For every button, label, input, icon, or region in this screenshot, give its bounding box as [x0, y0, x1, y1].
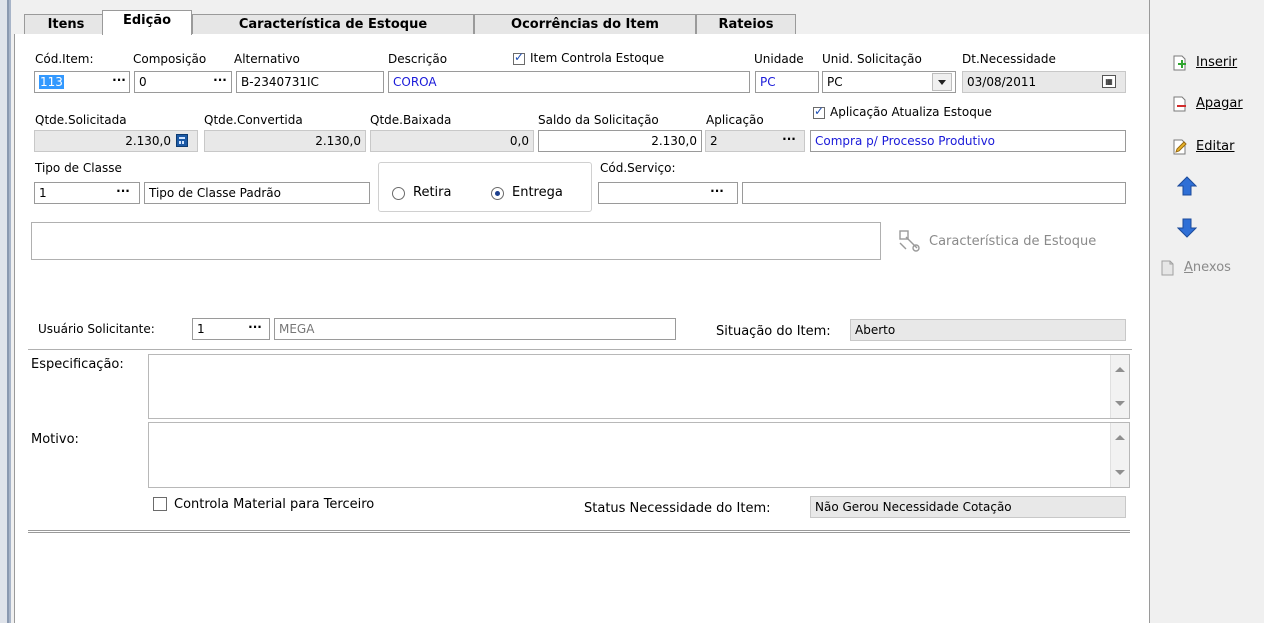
item-controla-estoque-label: Item Controla Estoque	[530, 51, 665, 65]
item-controla-estoque-checkbox[interactable]	[513, 50, 525, 65]
aplicacao-lookup-button[interactable]: ···	[780, 131, 798, 151]
cod-servico-lookup-button[interactable]: ···	[708, 183, 726, 203]
left-frame	[0, 0, 9, 623]
left-frame-edge	[9, 0, 11, 623]
cod-item-lookup-button[interactable]: ···	[110, 72, 128, 92]
tipo-classe-label: Tipo de Classe	[35, 161, 122, 175]
tipo-classe-desc-field[interactable]: Tipo de Classe Padrão	[144, 182, 370, 204]
especificacao-textarea[interactable]	[148, 354, 1130, 419]
especificacao-label: Especificação:	[31, 357, 124, 372]
entrega-radio[interactable]	[491, 187, 504, 200]
motivo-label: Motivo:	[31, 432, 79, 447]
tab-itens[interactable]: Itens	[24, 14, 108, 34]
tipo-classe-lookup-button[interactable]: ···	[114, 183, 132, 203]
aplicacao-atualiza-estoque-label: Aplicação Atualiza Estoque	[830, 105, 992, 119]
motivo-scrollbar[interactable]	[1110, 423, 1129, 487]
aplicacao-desc-field[interactable]: Compra p/ Processo Produtivo	[810, 130, 1126, 152]
unid-solicitacao-value: PC	[827, 75, 843, 89]
usuario-lookup-button[interactable]: ···	[246, 319, 264, 339]
section-divider	[28, 349, 1132, 350]
descricao-label: Descrição	[388, 52, 448, 66]
descricao-field[interactable]: COROA	[388, 71, 750, 93]
qtde-convertida-field[interactable]: 2.130,0	[204, 130, 366, 152]
tab-rateios[interactable]: Rateios	[696, 14, 796, 34]
cod-item-label: Cód.Item:	[35, 52, 94, 66]
controla-material-label: Controla Material para Terceiro	[174, 497, 375, 512]
dropdown-button[interactable]	[932, 73, 952, 91]
dt-necessidade-label: Dt.Necessidade	[962, 52, 1056, 66]
cod-servico-desc-field[interactable]	[742, 182, 1126, 204]
status-necessidade-label: Status Necessidade do Item:	[584, 501, 771, 516]
panel-right-border	[1149, 0, 1150, 623]
unidade-field[interactable]: PC	[755, 71, 819, 93]
alternativo-label: Alternativo	[234, 52, 300, 66]
composicao-label: Composição	[133, 52, 207, 66]
unid-solicitacao-label: Unid. Solicitação	[822, 52, 922, 66]
anexos-label: Anexos	[1184, 260, 1231, 275]
entrega-label: Entrega	[512, 185, 563, 200]
calendar-icon[interactable]: ▦	[1102, 75, 1116, 88]
caracteristica-estoque-button[interactable]: Característica de Estoque	[929, 234, 1096, 249]
edit-icon	[1172, 139, 1188, 155]
cod-item-value: 113	[39, 75, 64, 89]
qtde-solicitada-label: Qtde.Solicitada	[35, 113, 127, 127]
caracteristica-field[interactable]	[31, 222, 881, 260]
insert-icon	[1172, 55, 1188, 71]
qtde-convertida-label: Qtde.Convertida	[204, 113, 303, 127]
situacao-field[interactable]: Aberto	[850, 319, 1126, 341]
composicao-lookup-button[interactable]: ···	[211, 72, 229, 92]
tab-edicao[interactable]: Edição	[102, 10, 192, 35]
editar-label: Editar	[1196, 139, 1235, 154]
saldo-field[interactable]: 2.130,0	[538, 130, 702, 152]
aplicacao-label: Aplicação	[706, 113, 764, 127]
motivo-textarea[interactable]	[148, 422, 1130, 488]
especificacao-scrollbar[interactable]	[1110, 355, 1129, 418]
tab-caracteristica-estoque[interactable]: Característica de Estoque	[192, 14, 474, 34]
apagar-label: Apagar	[1196, 96, 1243, 111]
usuario-name-field[interactable]: MEGA	[274, 318, 676, 340]
unidade-label: Unidade	[754, 52, 804, 66]
calculator-icon[interactable]	[176, 134, 188, 147]
retira-label: Retira	[413, 185, 452, 200]
bottom-divider	[28, 530, 1130, 533]
saldo-label: Saldo da Solicitação	[538, 113, 659, 127]
move-down-icon[interactable]	[1176, 218, 1198, 238]
cod-servico-label: Cód.Serviço:	[600, 161, 676, 175]
inserir-label: Inserir	[1196, 55, 1238, 70]
delete-icon	[1172, 96, 1188, 112]
tab-ocorrencias-item[interactable]: Ocorrências do Item	[474, 14, 696, 34]
move-up-icon[interactable]	[1176, 176, 1198, 196]
caracteristica-estoque-icon	[897, 229, 921, 253]
attachment-icon	[1160, 260, 1176, 276]
aplicacao-atualiza-estoque-checkbox[interactable]	[813, 104, 825, 119]
chevron-down-icon	[938, 80, 946, 85]
qtde-baixada-field[interactable]: 0,0	[370, 130, 534, 152]
qtde-baixada-label: Qtde.Baixada	[370, 113, 452, 127]
retira-radio[interactable]	[392, 187, 405, 200]
qtde-solicitada-field[interactable]: 2.130,0	[34, 130, 198, 152]
situacao-label: Situação do Item:	[716, 324, 831, 339]
usuario-solicitante-label: Usuário Solicitante:	[38, 322, 155, 336]
controla-material-checkbox[interactable]	[153, 497, 167, 511]
alternativo-field[interactable]: B-2340731IC	[236, 71, 384, 93]
status-necessidade-field[interactable]: Não Gerou Necessidade Cotação	[810, 496, 1126, 518]
